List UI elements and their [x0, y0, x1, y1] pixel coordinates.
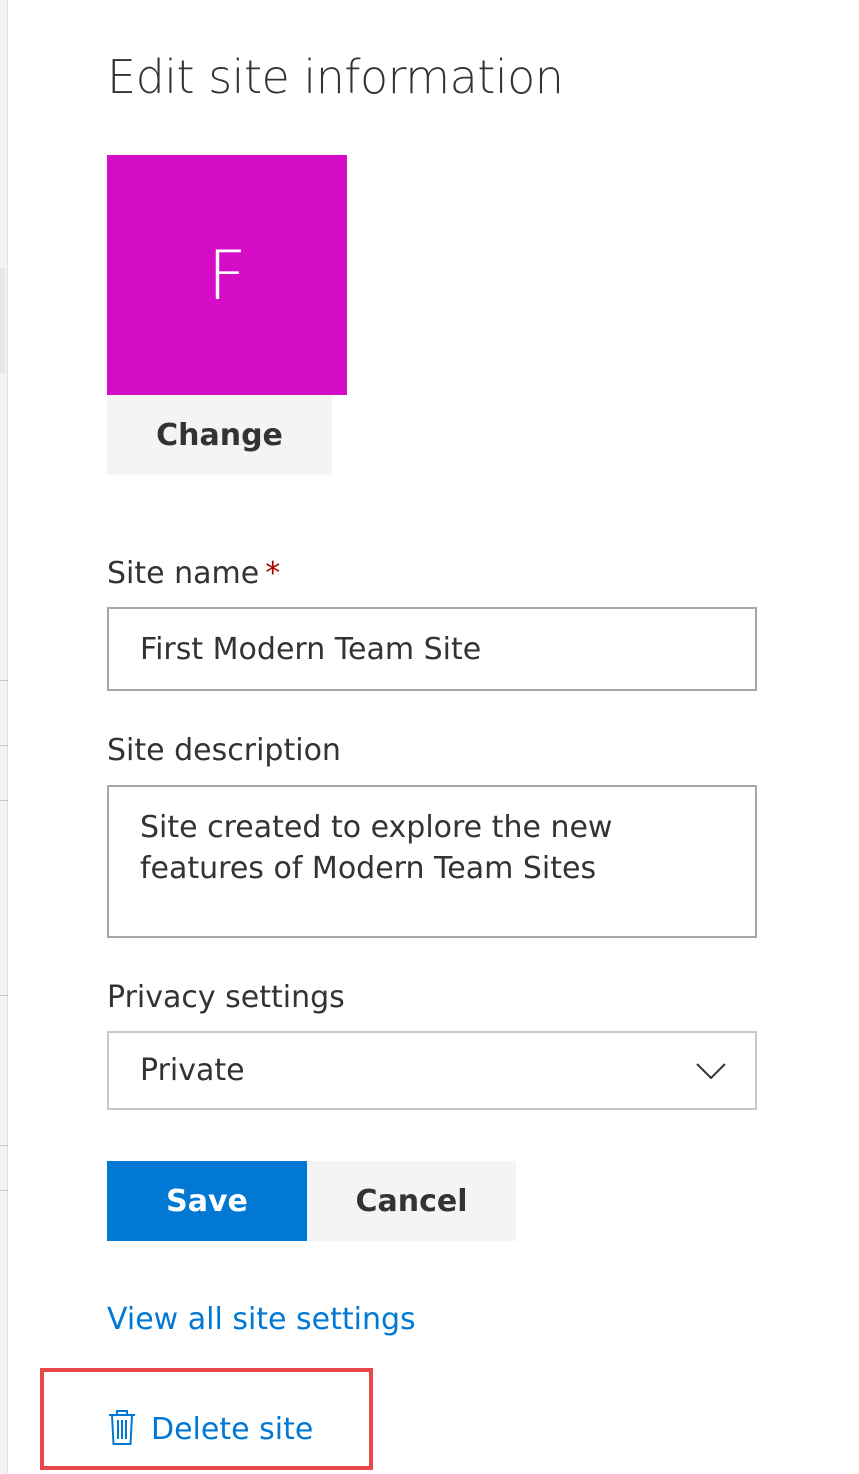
background-page-edge [0, 0, 8, 1474]
panel-title: Edit site information [107, 50, 564, 104]
background-divider [0, 680, 8, 681]
background-divider [0, 1190, 8, 1191]
save-button[interactable]: Save [107, 1161, 307, 1241]
delete-site-label: Delete site [151, 1411, 314, 1447]
privacy-selected-value: Private [140, 1053, 245, 1088]
site-name-label-text: Site name [107, 556, 260, 591]
background-divider [0, 1145, 8, 1146]
background-divider [0, 995, 8, 996]
privacy-settings-label: Privacy settings [107, 980, 345, 1015]
background-block [0, 268, 5, 373]
site-logo-letter: F [207, 237, 247, 316]
site-logo: F [107, 155, 347, 395]
background-divider [0, 745, 8, 746]
view-all-site-settings-link[interactable]: View all site settings [107, 1302, 416, 1337]
change-logo-button[interactable]: Change [107, 395, 332, 475]
background-divider [0, 800, 8, 801]
trash-icon [107, 1408, 137, 1450]
site-name-label: Site name * [107, 556, 280, 591]
required-marker: * [265, 556, 281, 591]
delete-site-button[interactable]: Delete site [107, 1405, 313, 1453]
privacy-settings-dropdown[interactable]: Private [107, 1031, 757, 1110]
site-description-input[interactable]: Site created to explore the new features… [107, 785, 757, 938]
site-description-label: Site description [107, 733, 341, 768]
cancel-button[interactable]: Cancel [307, 1161, 516, 1241]
site-name-input[interactable] [107, 607, 757, 691]
edit-site-panel: Edit site information F Change Site name… [107, 0, 757, 1474]
chevron-down-icon [681, 1031, 741, 1110]
